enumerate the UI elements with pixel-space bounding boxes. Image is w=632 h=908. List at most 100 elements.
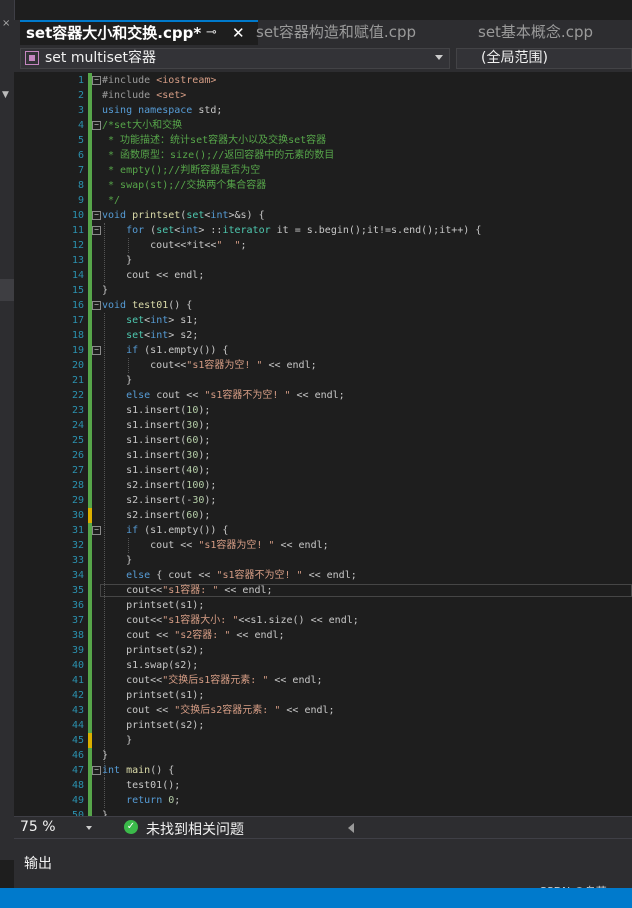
project-scope-dropdown[interactable]: set multiset容器: [20, 48, 450, 69]
code-line[interactable]: printset(s1);: [102, 688, 204, 703]
line-number: 43: [71, 705, 84, 716]
code-line[interactable]: void test01() {: [102, 298, 192, 313]
line-number: 25: [71, 435, 84, 446]
fold-toggle-icon[interactable]: −: [92, 211, 101, 220]
code-line[interactable]: */: [102, 193, 120, 208]
code-line[interactable]: * swap(st);//交换两个集合容器: [102, 178, 266, 193]
code-line[interactable]: int main() {: [102, 763, 174, 778]
line-number: 50: [71, 810, 84, 816]
code-line[interactable]: else cout << "s1容器不为空! " << endl;: [102, 388, 345, 403]
code-line[interactable]: s2.insert(60);: [102, 508, 210, 523]
code-line[interactable]: #include <set>: [102, 88, 186, 103]
line-number: 12: [71, 240, 84, 251]
fold-toggle-icon[interactable]: −: [92, 526, 101, 535]
pin-icon[interactable]: ⊸: [206, 22, 217, 44]
code-line[interactable]: cout<<*it<<" ";: [102, 238, 246, 253]
issues-status[interactable]: 未找到相关问题: [146, 819, 244, 839]
tab-set-size-swap[interactable]: set容器大小和交换.cpp* ⊸ ✕: [20, 20, 258, 45]
line-number: 46: [71, 750, 84, 761]
code-line[interactable]: /*set大小和交换: [102, 118, 182, 133]
change-tracking-bar: [88, 73, 92, 816]
navigation-bar: set multiset容器 (全局范围): [14, 45, 632, 73]
line-number: 33: [71, 555, 84, 566]
code-line[interactable]: cout << "交换后s2容器元素: " << endl;: [102, 703, 334, 718]
code-line[interactable]: else { cout << "s1容器不为空! " << endl;: [102, 568, 357, 583]
code-line[interactable]: }: [102, 373, 132, 388]
code-line[interactable]: set<int> s1;: [102, 313, 198, 328]
code-line[interactable]: printset(s2);: [102, 718, 204, 733]
close-icon[interactable]: ✕: [232, 22, 245, 44]
fold-toggle-icon[interactable]: −: [92, 301, 101, 310]
line-number: 26: [71, 450, 84, 461]
code-line[interactable]: }: [102, 553, 132, 568]
zoom-dropdown-icon[interactable]: [86, 826, 92, 830]
code-line[interactable]: printset(s2);: [102, 643, 204, 658]
line-number: 23: [71, 405, 84, 416]
code-line[interactable]: printset(s1);: [102, 598, 204, 613]
check-circle-icon: ✓: [124, 820, 138, 834]
code-line[interactable]: s1.swap(s2);: [102, 658, 198, 673]
line-number: 24: [71, 420, 84, 431]
code-editor[interactable]: 1 #include <iostream> 2 #include <set> 3 usin…: [14, 72, 632, 816]
line-number: 44: [71, 720, 84, 731]
code-line[interactable]: cout << "s2容器: " << endl;: [102, 628, 284, 643]
line-number: 16: [71, 300, 84, 311]
fold-toggle-icon[interactable]: −: [92, 346, 101, 355]
line-number: 37: [71, 615, 84, 626]
line-number: 2: [77, 90, 84, 101]
tab-set-basics[interactable]: set基本概念.cpp: [478, 20, 593, 45]
code-line[interactable]: void printset(set<int>&s) {: [102, 208, 265, 223]
zoom-level[interactable]: 75 %: [20, 819, 56, 835]
code-line[interactable]: * 功能描述：统计set容器大小以及交换set容器: [102, 133, 326, 148]
global-scope-label: (全局范围): [481, 50, 548, 66]
code-line[interactable]: cout<<"s1容器大小: "<<s1.size() << endl;: [102, 613, 359, 628]
code-line[interactable]: s1.insert(30);: [102, 448, 210, 463]
fold-toggle-icon[interactable]: −: [92, 766, 101, 775]
fold-toggle-icon[interactable]: −: [92, 226, 101, 235]
code-line[interactable]: }: [102, 808, 108, 816]
code-line[interactable]: s2.insert(-30);: [102, 493, 216, 508]
line-number: 6: [77, 150, 84, 161]
tab-set-construct-assign[interactable]: set容器构造和赋值.cpp: [256, 20, 416, 45]
line-number: 22: [71, 390, 84, 401]
code-line[interactable]: }: [102, 283, 108, 298]
code-line[interactable]: cout<<"交换后s1容器元素: " << endl;: [102, 673, 322, 688]
output-panel-title[interactable]: 输出: [24, 853, 52, 873]
tab-label: set容器构造和赋值.cpp: [256, 23, 416, 41]
left-strip-close-icon[interactable]: ×: [2, 18, 10, 29]
code-line[interactable]: #include <iostream>: [102, 73, 216, 88]
line-number: 15: [71, 285, 84, 296]
code-line[interactable]: }: [102, 748, 108, 763]
code-line[interactable]: cout<<"s1容器为空! " << endl;: [102, 358, 316, 373]
code-line[interactable]: s1.insert(10);: [102, 403, 210, 418]
code-line[interactable]: test01();: [102, 778, 180, 793]
code-line[interactable]: if (s1.empty()) {: [102, 523, 228, 538]
code-line[interactable]: * 函数原型：size();//返回容器中的元素的数目: [102, 148, 334, 163]
line-number: 10: [71, 210, 84, 221]
line-number: 9: [77, 195, 84, 206]
line-number: 31: [71, 525, 84, 536]
code-line[interactable]: * empty();//判断容器是否为空: [102, 163, 260, 178]
scroll-left-icon[interactable]: [348, 823, 354, 833]
line-number: 7: [77, 165, 84, 176]
code-line[interactable]: s1.insert(40);: [102, 463, 210, 478]
code-line[interactable]: s1.insert(60);: [102, 433, 210, 448]
code-line[interactable]: for (set<int> ::iterator it = s.begin();…: [102, 223, 481, 238]
line-number: 38: [71, 630, 84, 641]
global-scope-dropdown[interactable]: (全局范围): [456, 48, 632, 69]
left-strip-expand-icon[interactable]: ▼: [2, 90, 9, 100]
fold-toggle-icon[interactable]: −: [92, 121, 101, 130]
project-scope-label: set multiset容器: [45, 50, 157, 66]
code-line[interactable]: cout << "s1容器为空! " << endl;: [102, 538, 328, 553]
code-line[interactable]: s2.insert(100);: [102, 478, 216, 493]
code-line[interactable]: }: [102, 253, 132, 268]
code-line[interactable]: if (s1.empty()) {: [102, 343, 228, 358]
code-line[interactable]: cout<<"s1容器: " << endl;: [102, 583, 272, 598]
code-line[interactable]: return 0;: [102, 793, 180, 808]
code-line[interactable]: }: [102, 733, 132, 748]
code-line[interactable]: using namespace std;: [102, 103, 222, 118]
fold-toggle-icon[interactable]: −: [92, 76, 101, 85]
code-line[interactable]: s1.insert(30);: [102, 418, 210, 433]
code-line[interactable]: cout << endl;: [102, 268, 204, 283]
code-line[interactable]: set<int> s2;: [102, 328, 198, 343]
